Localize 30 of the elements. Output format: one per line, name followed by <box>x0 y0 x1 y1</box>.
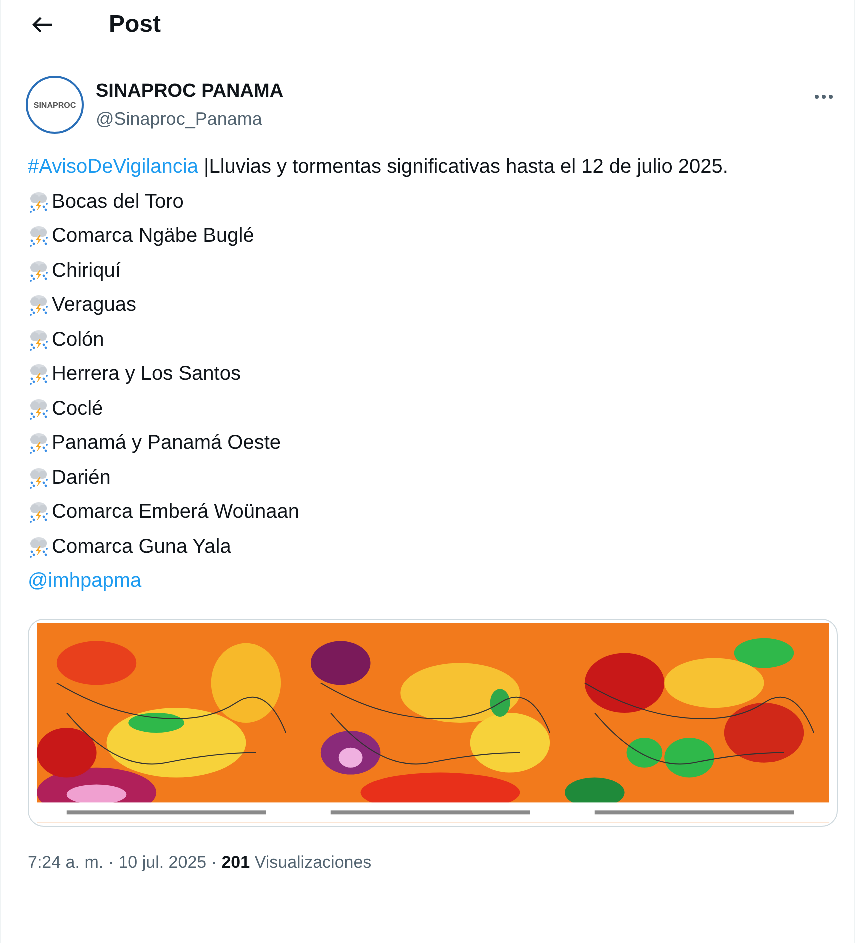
author-name[interactable]: SINAPROC PANAMA <box>96 80 802 102</box>
avatar[interactable]: SINAPROC <box>26 76 84 134</box>
storm-cloud-icon <box>28 328 50 351</box>
region-text: Veraguas <box>52 293 137 318</box>
storm-cloud-icon <box>28 466 50 489</box>
page-title: Post <box>109 11 162 39</box>
back-arrow-icon[interactable] <box>31 16 53 34</box>
region-text: Comarca Emberá Woünaan <box>52 500 300 525</box>
post-metadata: 7:24 a. m. · 10 jul. 2025 · 201 Visualizaciones <box>27 852 373 872</box>
post-text: #AvisoDeVigilancia |Lluvias y tormentas significativas hasta el 12 de julio 2025. <box>28 155 730 180</box>
storm-cloud-icon <box>28 501 50 524</box>
more-icon[interactable] <box>814 94 834 100</box>
region-text: Bocas del Toro <box>52 190 184 214</box>
author-handle[interactable]: @Sinaproc_Panama <box>96 108 802 130</box>
storm-cloud-icon <box>28 536 50 558</box>
storm-cloud-icon <box>28 260 50 282</box>
region-text: Darién <box>52 466 111 490</box>
storm-cloud-icon <box>28 398 50 420</box>
storm-cloud-icon <box>28 294 50 316</box>
storm-cloud-icon <box>28 432 50 454</box>
region-text: Chiriquí <box>52 258 121 284</box>
region-text: Panamá y Panamá Oeste <box>52 431 282 456</box>
region-text: Coclé <box>52 396 104 422</box>
region-text: Colón <box>52 328 104 352</box>
region-text: Comarca Ngäbe Buglé <box>52 224 254 249</box>
region-text: Herrera y Los Santos <box>52 362 241 387</box>
storm-cloud-icon <box>28 363 50 386</box>
region-text: Comarca Guna Yala <box>52 534 232 560</box>
storm-cloud-icon <box>28 190 50 213</box>
storm-cloud-icon <box>28 225 50 248</box>
